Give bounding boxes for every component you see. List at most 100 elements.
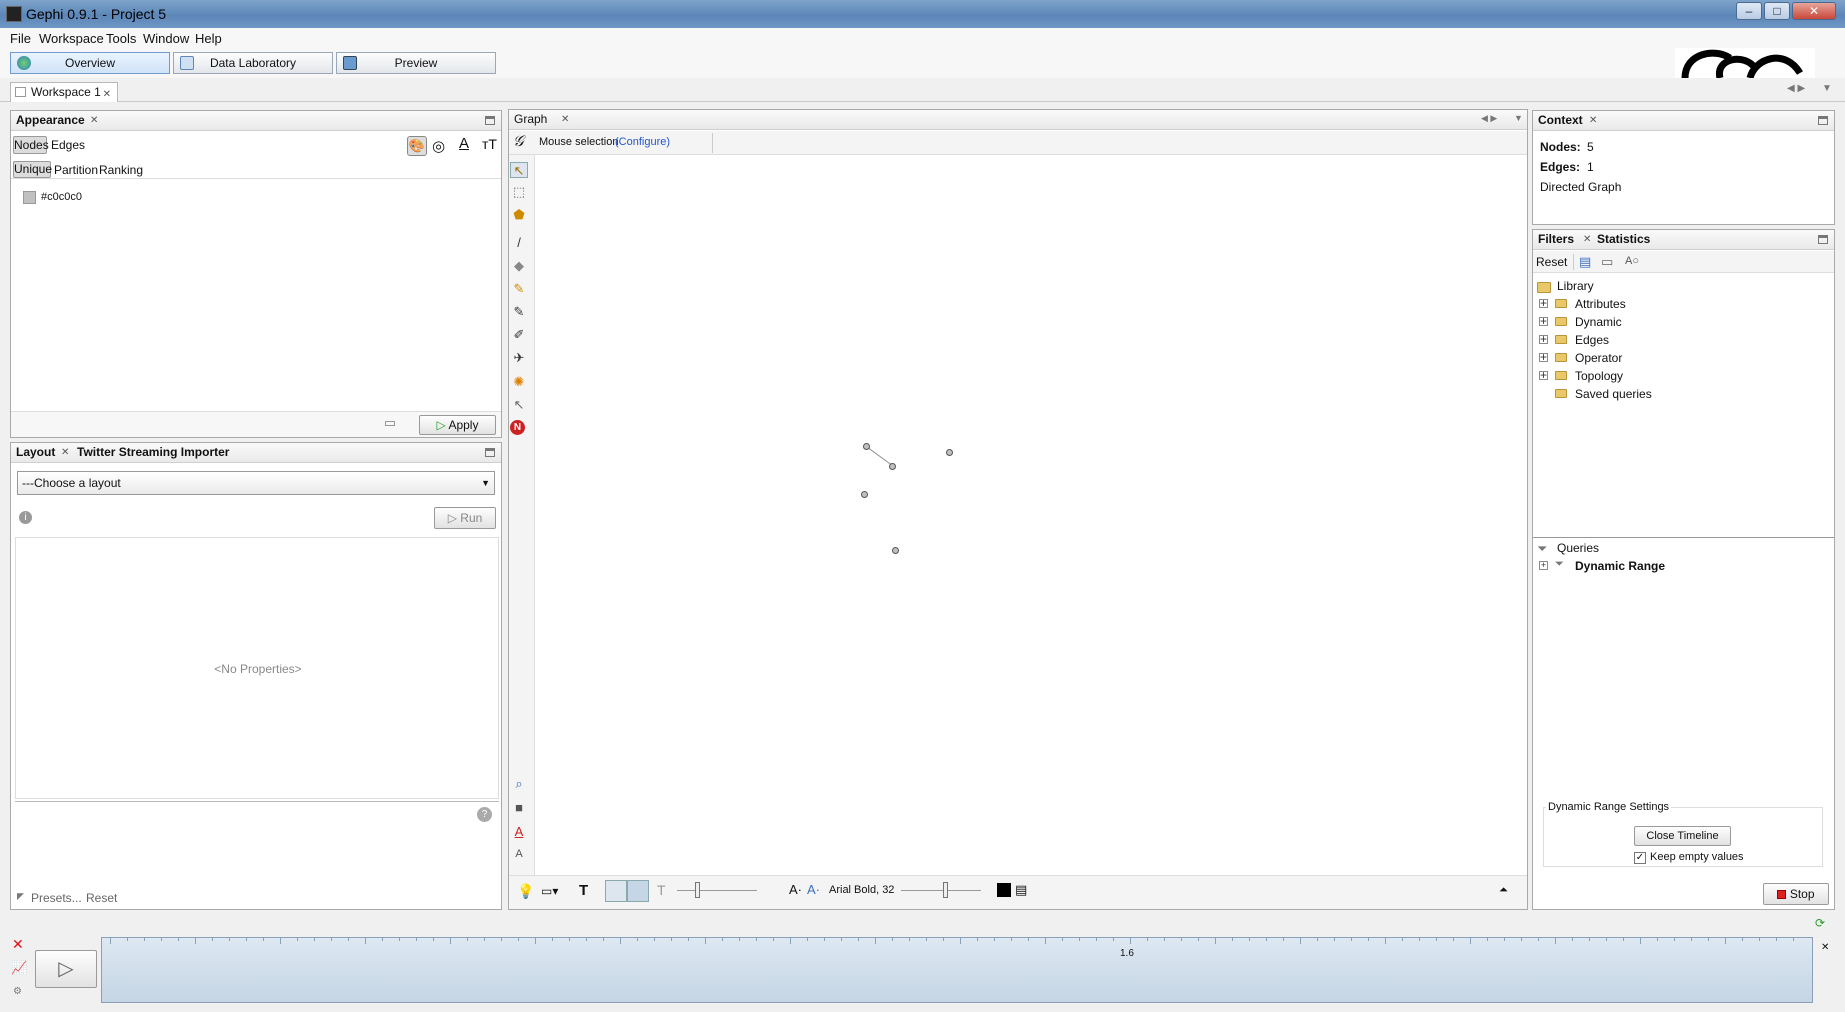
play-timeline-button[interactable]: ▷ — [35, 950, 97, 988]
heat-map-icon[interactable]: ✺ — [510, 374, 528, 390]
close-window-button[interactable]: ✕ — [1792, 2, 1836, 20]
overview-button[interactable]: Overview — [10, 52, 170, 74]
filter-library-icon[interactable]: ▤ — [1579, 254, 1591, 270]
expand-icon[interactable]: + — [1539, 561, 1548, 570]
edge-straight-icon[interactable] — [605, 880, 627, 902]
tab-graph[interactable]: Graph — [514, 112, 547, 126]
tab-context[interactable]: Context — [1538, 113, 1583, 127]
close-timeline-icon[interactable]: ✕ — [12, 936, 24, 953]
expand-icon[interactable]: + — [1539, 297, 1548, 309]
chart-icon[interactable]: 📈 — [11, 960, 27, 976]
neighbor-icon[interactable]: N — [510, 420, 525, 435]
expand-icon[interactable]: + — [1539, 333, 1548, 345]
lightbulb-icon[interactable]: 💡 — [517, 883, 534, 900]
maximize-button[interactable]: □ — [1764, 2, 1790, 20]
close-tab-icon[interactable]: ✕ — [61, 447, 69, 458]
edge-color-icon[interactable] — [627, 880, 649, 902]
stop-button[interactable]: Stop — [1763, 883, 1829, 905]
data-laboratory-button[interactable]: Data Laboratory — [173, 52, 333, 74]
color-swatch[interactable] — [23, 191, 36, 204]
minimize-panel-icon[interactable] — [1818, 116, 1828, 125]
slider-thumb[interactable] — [695, 882, 700, 898]
graph-node[interactable] — [892, 547, 899, 554]
tab-partition[interactable]: Partition — [54, 163, 98, 177]
background-color-icon[interactable]: ■ — [510, 800, 528, 816]
label-font-tool-icon[interactable]: A — [510, 846, 528, 862]
presets-button[interactable]: Presets... — [31, 891, 82, 905]
filter-category-dynamic[interactable]: Dynamic — [1575, 315, 1622, 329]
center-graph-icon[interactable]: ⌕ — [510, 776, 528, 792]
keep-empty-checkbox[interactable]: ✓ — [1634, 852, 1646, 864]
close-tab-icon[interactable]: ✕ — [1583, 234, 1591, 245]
menu-tools[interactable]: Tools — [106, 31, 136, 46]
graph-node[interactable] — [889, 463, 896, 470]
timeline-bar[interactable] — [101, 937, 1813, 1003]
close-timeline-button[interactable]: Close Timeline — [1634, 826, 1731, 846]
run-button[interactable]: ▷ Run — [434, 507, 496, 529]
close-tab-icon[interactable]: ✕ — [561, 114, 569, 125]
apply-button[interactable]: ▷ Apply — [419, 415, 496, 435]
size-icon[interactable]: ◎ — [432, 137, 445, 155]
rectangle-select-icon[interactable]: ⬚ — [510, 184, 528, 200]
close-tab-icon[interactable]: ✕ — [1589, 115, 1597, 126]
menu-workspace[interactable]: Workspace — [39, 31, 104, 46]
tab-filters[interactable]: Filters — [1538, 232, 1574, 246]
tab-unique[interactable]: Unique — [13, 161, 52, 178]
label-color-icon[interactable]: A — [459, 135, 469, 152]
minimize-button[interactable]: – — [1736, 2, 1762, 20]
reset-layout-button[interactable]: Reset — [86, 891, 117, 905]
menu-window[interactable]: Window — [143, 31, 189, 46]
tab-layout[interactable]: Layout — [16, 445, 55, 459]
graph-node[interactable] — [861, 491, 868, 498]
library-node[interactable]: Library — [1557, 279, 1594, 293]
menu-file[interactable]: File — [10, 31, 31, 46]
graph-node[interactable] — [946, 449, 953, 456]
expand-icon[interactable]: + — [1539, 369, 1548, 381]
search-filter-icon[interactable]: A○ — [1625, 255, 1639, 267]
edge-pencil-icon[interactable]: ✐ — [510, 327, 528, 343]
filter-category-attributes[interactable]: Attributes — [1575, 297, 1626, 311]
tab-statistics[interactable]: Statistics — [1597, 232, 1650, 246]
filter-category-saved-queries[interactable]: Saved queries — [1575, 387, 1652, 401]
graph-canvas[interactable] — [536, 155, 1527, 875]
expand-icon[interactable]: + — [1539, 351, 1548, 363]
settings-icon[interactable]: ⚙ — [13, 986, 22, 997]
tab-edges[interactable]: Edges — [51, 138, 85, 152]
apply-auto-icon[interactable] — [385, 421, 395, 426]
label-settings-icon[interactable]: ▤ — [1015, 882, 1027, 898]
slider-thumb[interactable] — [943, 882, 948, 898]
configure-link[interactable]: (Configure) — [615, 136, 670, 148]
refresh-icon[interactable]: ⟳ — [1815, 916, 1825, 930]
expand-icon[interactable]: + — [1539, 315, 1548, 327]
tab-ranking[interactable]: Ranking — [99, 163, 143, 177]
drag-icon[interactable]: ⬟ — [510, 207, 528, 223]
help-icon[interactable]: ? — [477, 807, 492, 822]
paint-icon[interactable]: ◆ — [510, 258, 528, 274]
minimize-panel-icon[interactable] — [1818, 235, 1828, 244]
close-tab-icon[interactable]: ✕ — [103, 86, 111, 104]
query-dynamic-range[interactable]: Dynamic Range — [1575, 559, 1665, 573]
tab-nodes[interactable]: Nodes — [13, 136, 49, 154]
tab-workspace-1[interactable]: Workspace 1 ✕ — [10, 82, 118, 102]
label-size-icon[interactable]: тT — [482, 136, 497, 152]
reset-filters-button[interactable]: Reset — [1536, 255, 1567, 269]
minimize-panel-icon[interactable] — [485, 448, 495, 457]
info-icon[interactable]: i — [19, 511, 32, 524]
size-brush-icon[interactable]: ✎ — [510, 281, 528, 297]
palette-icon[interactable]: 🎨 — [407, 136, 427, 156]
menu-help[interactable]: Help — [195, 31, 222, 46]
label-color-tool-icon[interactable]: A — [510, 824, 528, 840]
filter-category-topology[interactable]: Topology — [1575, 369, 1623, 383]
filter-category-operator[interactable]: Operator — [1575, 351, 1622, 365]
screenshot-icon[interactable]: ▭▾ — [541, 884, 558, 898]
export-icon[interactable]: ▭ — [1601, 254, 1613, 270]
brush-icon[interactable]: / — [510, 235, 528, 251]
filter-category-edges[interactable]: Edges — [1575, 333, 1609, 347]
label-color-swatch[interactable] — [997, 883, 1011, 897]
queries-node[interactable]: Queries — [1557, 541, 1599, 555]
tab-appearance[interactable]: Appearance — [16, 113, 85, 127]
layout-select[interactable]: ---Choose a layout ▼ — [17, 471, 495, 495]
tab-twitter-streaming-importer[interactable]: Twitter Streaming Importer — [77, 445, 229, 459]
close-icon[interactable]: ✕ — [1821, 942, 1829, 953]
label-size-slider[interactable] — [901, 890, 981, 891]
